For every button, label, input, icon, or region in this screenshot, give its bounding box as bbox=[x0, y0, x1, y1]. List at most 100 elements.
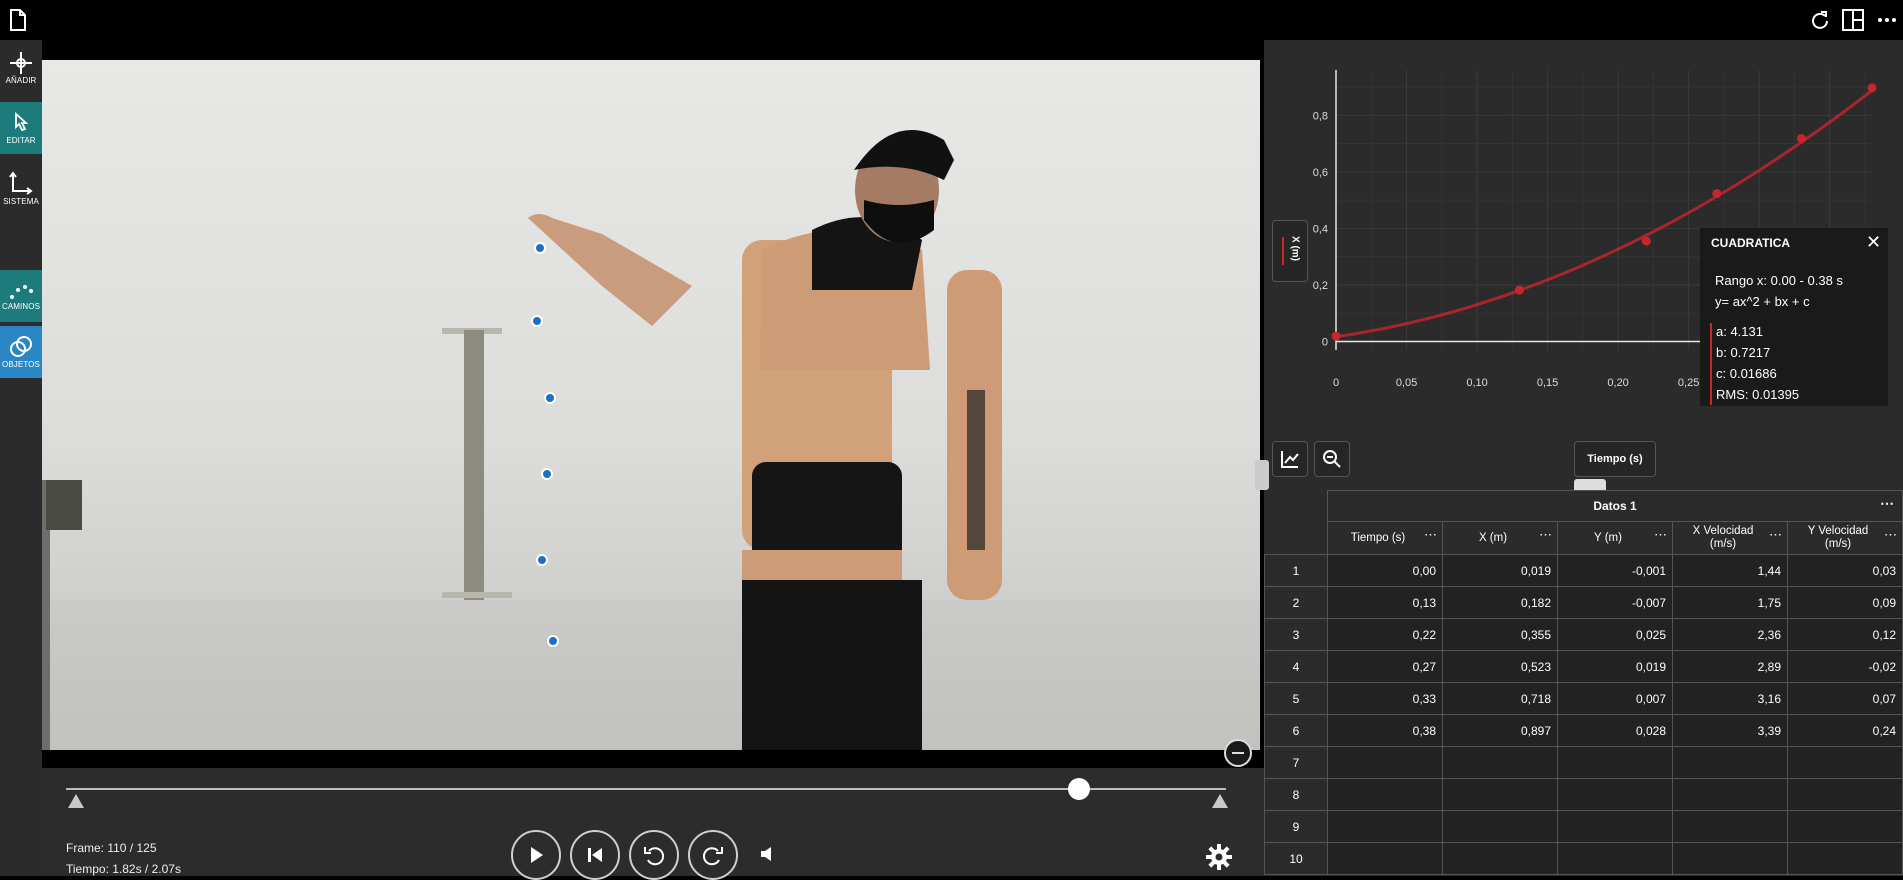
data-point[interactable] bbox=[1712, 189, 1722, 199]
column-header[interactable]: Y Velocidad (m/s) ⋯ bbox=[1787, 521, 1903, 555]
table-cell[interactable] bbox=[1557, 746, 1673, 779]
table-cell[interactable] bbox=[1787, 746, 1903, 779]
column-header[interactable]: X (m) ⋯ bbox=[1442, 521, 1558, 555]
tool-edit[interactable]: EDITAR bbox=[0, 102, 42, 154]
table-cell[interactable] bbox=[1442, 746, 1558, 779]
table-cell[interactable]: 0,718 bbox=[1442, 682, 1558, 715]
table-cell[interactable]: -0,007 bbox=[1557, 586, 1673, 619]
table-cell[interactable]: 0,025 bbox=[1557, 618, 1673, 651]
tool-objects[interactable]: OBJETOS bbox=[0, 326, 42, 378]
column-header[interactable]: Y (m) ⋯ bbox=[1557, 521, 1673, 555]
step-back-button[interactable] bbox=[629, 830, 679, 880]
close-icon[interactable]: ✕ bbox=[1866, 233, 1881, 251]
table-cell[interactable] bbox=[1442, 778, 1558, 811]
table-cell[interactable]: 0,03 bbox=[1787, 554, 1903, 587]
table-cell[interactable]: 0,33 bbox=[1327, 682, 1443, 715]
table-cell[interactable] bbox=[1557, 778, 1673, 811]
table-cell[interactable]: 0,00 bbox=[1327, 554, 1443, 587]
table-cell[interactable] bbox=[1327, 746, 1443, 779]
table-cell[interactable]: 1,75 bbox=[1672, 586, 1788, 619]
table-cell[interactable] bbox=[1787, 810, 1903, 843]
volume-icon[interactable] bbox=[760, 846, 774, 867]
tracking-point[interactable] bbox=[536, 554, 548, 566]
step-forward-button[interactable] bbox=[688, 830, 738, 880]
graph-tool-button[interactable] bbox=[1272, 441, 1308, 477]
tracking-point[interactable] bbox=[544, 392, 556, 404]
table-cell[interactable] bbox=[1557, 810, 1673, 843]
timeline-handle[interactable] bbox=[1067, 778, 1090, 800]
data-point[interactable] bbox=[1867, 83, 1877, 93]
table-cell[interactable] bbox=[1327, 842, 1443, 875]
table-menu-icon[interactable]: ⋯ bbox=[1880, 495, 1894, 512]
table-cell[interactable]: 0,523 bbox=[1442, 650, 1558, 683]
play-button[interactable] bbox=[511, 830, 561, 880]
column-menu-icon[interactable]: ⋯ bbox=[1884, 528, 1897, 541]
table-cell[interactable] bbox=[1672, 842, 1788, 875]
reset-icon[interactable] bbox=[1806, 6, 1834, 34]
timeline-start-marker[interactable] bbox=[68, 794, 84, 808]
tool-system[interactable]: SISTEMA bbox=[0, 162, 42, 214]
column-menu-icon[interactable]: ⋯ bbox=[1654, 528, 1667, 541]
column-menu-icon[interactable]: ⋯ bbox=[1769, 528, 1782, 541]
table-cell[interactable]: 0,13 bbox=[1327, 586, 1443, 619]
timeline-track[interactable] bbox=[66, 788, 1226, 790]
tracking-point[interactable] bbox=[534, 242, 546, 254]
table-cell[interactable]: 0,028 bbox=[1557, 714, 1673, 747]
table-cell[interactable]: 2,89 bbox=[1672, 650, 1788, 683]
table-cell[interactable]: 0,007 bbox=[1557, 682, 1673, 715]
video-frame[interactable] bbox=[42, 60, 1260, 750]
table-cell[interactable]: 0,24 bbox=[1787, 714, 1903, 747]
table-cell[interactable]: 0,38 bbox=[1327, 714, 1443, 747]
tracking-point[interactable] bbox=[531, 315, 543, 327]
table-cell[interactable]: 0,07 bbox=[1787, 682, 1903, 715]
column-menu-icon[interactable]: ⋯ bbox=[1539, 528, 1552, 541]
table-cell[interactable] bbox=[1327, 810, 1443, 843]
tracking-point[interactable] bbox=[541, 468, 553, 480]
zoom-button[interactable] bbox=[1314, 441, 1350, 477]
tracking-point[interactable] bbox=[547, 635, 559, 647]
tool-paths[interactable]: CAMINOS bbox=[0, 270, 42, 322]
table-cell[interactable] bbox=[1442, 842, 1558, 875]
column-menu-icon[interactable]: ⋯ bbox=[1424, 528, 1437, 541]
table-cell[interactable]: 0,27 bbox=[1327, 650, 1443, 683]
timeline-end-marker[interactable] bbox=[1212, 794, 1228, 808]
table-cell[interactable] bbox=[1787, 842, 1903, 875]
table-cell[interactable]: 1,44 bbox=[1672, 554, 1788, 587]
table-cell[interactable]: 3,16 bbox=[1672, 682, 1788, 715]
column-header[interactable]: Tiempo (s) ⋯ bbox=[1327, 521, 1443, 555]
table-cell[interactable]: 0,09 bbox=[1787, 586, 1903, 619]
table-cell[interactable]: -0,02 bbox=[1787, 650, 1903, 683]
panel-resize-handle[interactable] bbox=[1255, 460, 1269, 490]
table-cell[interactable]: 2,36 bbox=[1672, 618, 1788, 651]
zoom-out-icon[interactable] bbox=[1224, 739, 1252, 767]
table-cell[interactable]: 0,897 bbox=[1442, 714, 1558, 747]
table-cell[interactable] bbox=[1672, 810, 1788, 843]
data-point[interactable] bbox=[1514, 285, 1524, 295]
table-cell[interactable]: 0,22 bbox=[1327, 618, 1443, 651]
column-header[interactable]: X Velocidad (m/s) ⋯ bbox=[1672, 521, 1788, 555]
table-cell[interactable] bbox=[1442, 810, 1558, 843]
table-cell[interactable]: 0,355 bbox=[1442, 618, 1558, 651]
table-cell[interactable]: 0,12 bbox=[1787, 618, 1903, 651]
table-cell[interactable]: 3,39 bbox=[1672, 714, 1788, 747]
table-cell[interactable] bbox=[1672, 778, 1788, 811]
data-point[interactable] bbox=[1796, 133, 1806, 143]
table-cell[interactable]: 0,182 bbox=[1442, 586, 1558, 619]
data-point[interactable] bbox=[1331, 331, 1341, 341]
table-cell[interactable]: -0,001 bbox=[1557, 554, 1673, 587]
table-cell[interactable] bbox=[1672, 746, 1788, 779]
previous-frame-button[interactable] bbox=[570, 830, 620, 880]
data-point[interactable] bbox=[1641, 236, 1651, 246]
table-cell[interactable]: 0,019 bbox=[1442, 554, 1558, 587]
more-icon[interactable] bbox=[1873, 6, 1901, 34]
xaxis-label-button[interactable]: Tiempo (s) bbox=[1574, 441, 1656, 477]
tool-add[interactable]: AÑADIR bbox=[0, 42, 42, 94]
table-cell[interactable] bbox=[1557, 842, 1673, 875]
yaxis-label-box[interactable]: X (m) bbox=[1272, 220, 1308, 282]
table-cell[interactable] bbox=[1787, 778, 1903, 811]
file-icon[interactable] bbox=[4, 6, 32, 34]
table-cell[interactable]: 0,019 bbox=[1557, 650, 1673, 683]
layout-icon[interactable] bbox=[1839, 6, 1867, 34]
settings-gear-icon[interactable] bbox=[1206, 844, 1232, 875]
table-cell[interactable] bbox=[1327, 778, 1443, 811]
